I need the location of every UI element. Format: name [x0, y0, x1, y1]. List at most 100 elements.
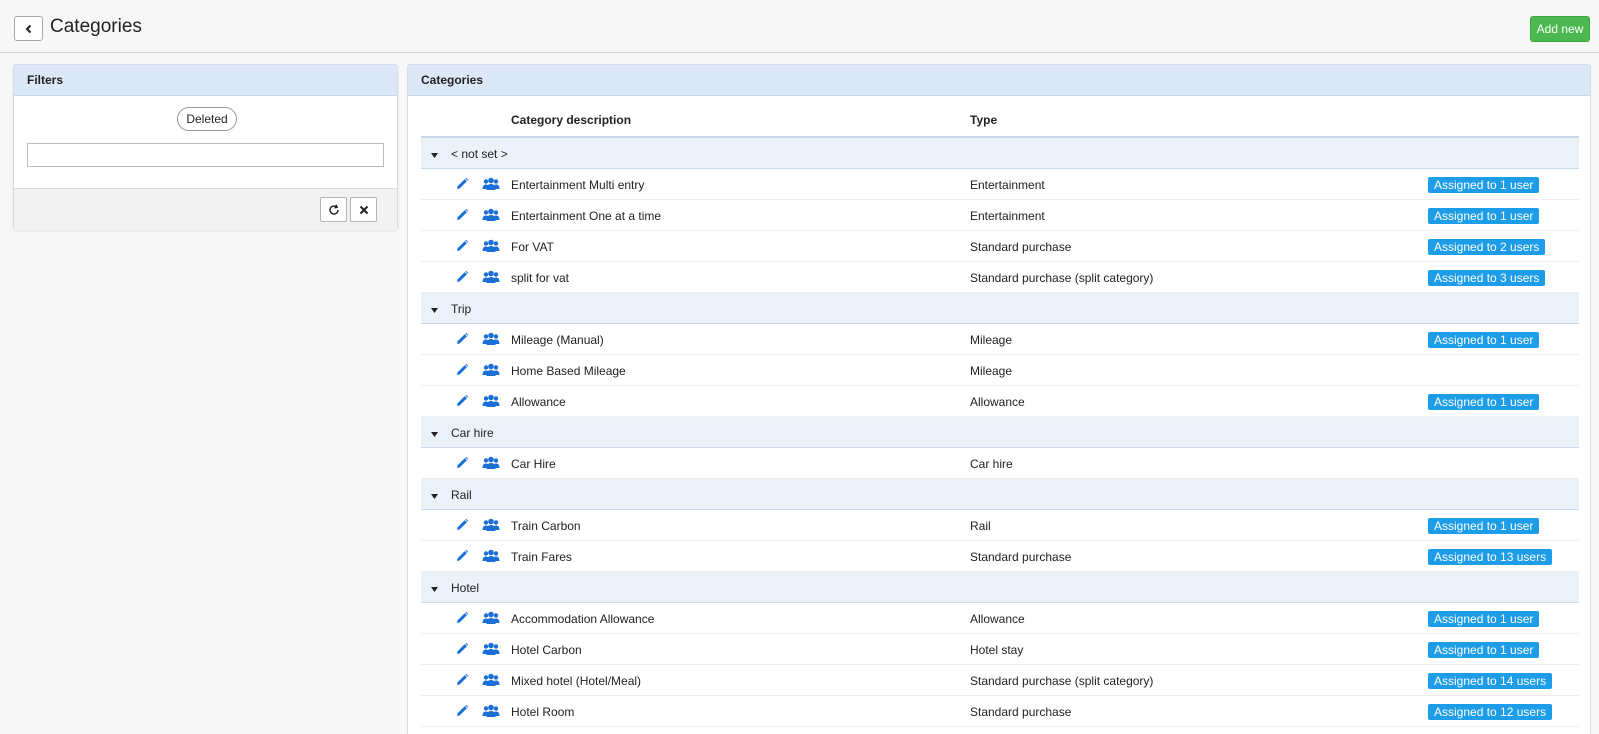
assigned-users-badge[interactable]: Assigned to 1 user: [1428, 642, 1540, 658]
categories-table: Category description Type < not set > Ent…: [421, 97, 1579, 727]
group-row[interactable]: Car hire: [421, 417, 1579, 448]
page-title: Categories: [50, 16, 142, 37]
users-icon[interactable]: [482, 518, 500, 532]
table-row: Train Fares Standard purchase Assigned to …: [421, 541, 1579, 572]
table-body: < not set > Entertainment Multi entry Ente…: [421, 138, 1579, 727]
table-row: Train Carbon Rail Assigned to 1 user: [421, 510, 1579, 541]
close-icon: [359, 205, 368, 214]
assigned-users-badge[interactable]: Assigned to 1 user: [1428, 611, 1540, 627]
assigned-users-badge[interactable]: Assigned to 14 users: [1428, 673, 1553, 689]
category-description: Hotel Carbon: [511, 643, 582, 657]
category-type: Standard purchase (split category): [970, 271, 1154, 285]
assigned-users-badge[interactable]: Assigned to 2 users: [1428, 239, 1546, 255]
category-description: Train Carbon: [511, 519, 581, 533]
pencil-icon[interactable]: [455, 549, 469, 563]
assigned-users-badge[interactable]: Assigned to 1 user: [1428, 208, 1540, 224]
categories-panel: Categories Category description Type < n…: [407, 64, 1591, 734]
users-icon[interactable]: [482, 549, 500, 563]
clear-filter-button[interactable]: [350, 197, 377, 222]
users-icon[interactable]: [482, 673, 500, 687]
caret-down-icon[interactable]: [431, 582, 438, 596]
top-bar: Categories Add new: [0, 0, 1599, 53]
category-description: Mileage (Manual): [511, 333, 604, 347]
pencil-icon[interactable]: [455, 611, 469, 625]
users-icon[interactable]: [482, 704, 500, 718]
assigned-users-badge[interactable]: Assigned to 1 user: [1428, 394, 1540, 410]
group-row[interactable]: < not set >: [421, 138, 1579, 169]
categories-panel-title: Categories: [408, 65, 1590, 96]
assigned-users-badge[interactable]: Assigned to 12 users: [1428, 704, 1553, 720]
table-row: Home Based Mileage Mileage: [421, 355, 1579, 386]
pencil-icon[interactable]: [455, 673, 469, 687]
caret-down-icon[interactable]: [431, 427, 438, 441]
group-label: Trip: [451, 302, 472, 316]
users-icon[interactable]: [482, 270, 500, 284]
pencil-icon[interactable]: [455, 456, 469, 470]
group-row[interactable]: Trip: [421, 293, 1579, 324]
assigned-users-badge[interactable]: Assigned to 13 users: [1428, 549, 1553, 565]
assigned-users-badge[interactable]: Assigned to 1 user: [1428, 518, 1540, 534]
category-description: Car Hire: [511, 457, 556, 471]
pencil-icon[interactable]: [455, 177, 469, 191]
caret-down-icon[interactable]: [431, 148, 438, 162]
pencil-icon[interactable]: [455, 642, 469, 656]
table-row: Hotel Room Standard purchase Assigned to 1…: [421, 696, 1579, 727]
users-icon[interactable]: [482, 177, 500, 191]
group-label: Hotel: [451, 581, 480, 595]
pencil-icon[interactable]: [455, 332, 469, 346]
table-row: Hotel Carbon Hotel stay Assigned to 1 user: [421, 634, 1579, 665]
group-row[interactable]: Hotel: [421, 572, 1579, 603]
category-description: Entertainment One at a time: [511, 209, 662, 223]
assigned-users-badge[interactable]: Assigned to 3 users: [1428, 270, 1546, 286]
pencil-icon[interactable]: [455, 270, 469, 284]
caret-down-icon[interactable]: [431, 489, 438, 503]
category-type: Allowance: [970, 612, 1025, 626]
category-description: Train Fares: [511, 550, 572, 564]
assigned-users-badge[interactable]: Assigned to 1 user: [1428, 332, 1540, 348]
filters-panel-title: Filters: [14, 65, 397, 96]
filters-panel: Filters Deleted: [13, 64, 398, 230]
back-button[interactable]: [14, 16, 43, 41]
group-label: Car hire: [451, 426, 494, 440]
deleted-filter-toggle[interactable]: Deleted: [177, 107, 237, 131]
category-description: Mixed hotel (Hotel/Meal): [511, 674, 642, 688]
pencil-icon[interactable]: [455, 239, 469, 253]
users-icon[interactable]: [482, 642, 500, 656]
users-icon[interactable]: [482, 611, 500, 625]
category-type: Allowance: [970, 395, 1025, 409]
category-type: Rail: [970, 519, 991, 533]
category-type: Standard purchase: [970, 240, 1072, 254]
caret-down-icon[interactable]: [431, 303, 438, 317]
category-type: Hotel stay: [970, 643, 1024, 657]
users-icon[interactable]: [482, 332, 500, 346]
pencil-icon[interactable]: [455, 518, 469, 532]
pencil-icon[interactable]: [455, 208, 469, 222]
pencil-icon[interactable]: [455, 363, 469, 377]
users-icon[interactable]: [482, 208, 500, 222]
table-header: Category description Type: [421, 97, 1579, 138]
users-icon[interactable]: [482, 456, 500, 470]
category-type: Mileage: [970, 333, 1013, 347]
users-icon[interactable]: [482, 239, 500, 253]
users-icon[interactable]: [482, 394, 500, 408]
category-type: Standard purchase: [970, 550, 1072, 564]
add-new-button[interactable]: Add new: [1530, 16, 1590, 42]
assigned-users-badge[interactable]: Assigned to 1 user: [1428, 177, 1540, 193]
category-description: Hotel Room: [511, 705, 575, 719]
pencil-icon[interactable]: [455, 704, 469, 718]
category-description: Allowance: [511, 395, 566, 409]
category-type: Car hire: [970, 457, 1013, 471]
refresh-button[interactable]: [320, 197, 347, 222]
category-description: split for vat: [511, 271, 570, 285]
table-row: split for vat Standard purchase (split ca…: [421, 262, 1579, 293]
users-icon[interactable]: [482, 363, 500, 377]
category-description: Home Based Mileage: [511, 364, 626, 378]
table-row: Accommodation Allowance Allowance Assigned…: [421, 603, 1579, 634]
column-header-description: Category description: [511, 113, 632, 127]
category-type: Standard purchase: [970, 705, 1072, 719]
table-row: Entertainment One at a time Entertainment…: [421, 200, 1579, 231]
group-row[interactable]: Rail: [421, 479, 1579, 510]
chevron-left-icon: [25, 24, 31, 33]
pencil-icon[interactable]: [455, 394, 469, 408]
filter-search-input[interactable]: [27, 143, 384, 167]
